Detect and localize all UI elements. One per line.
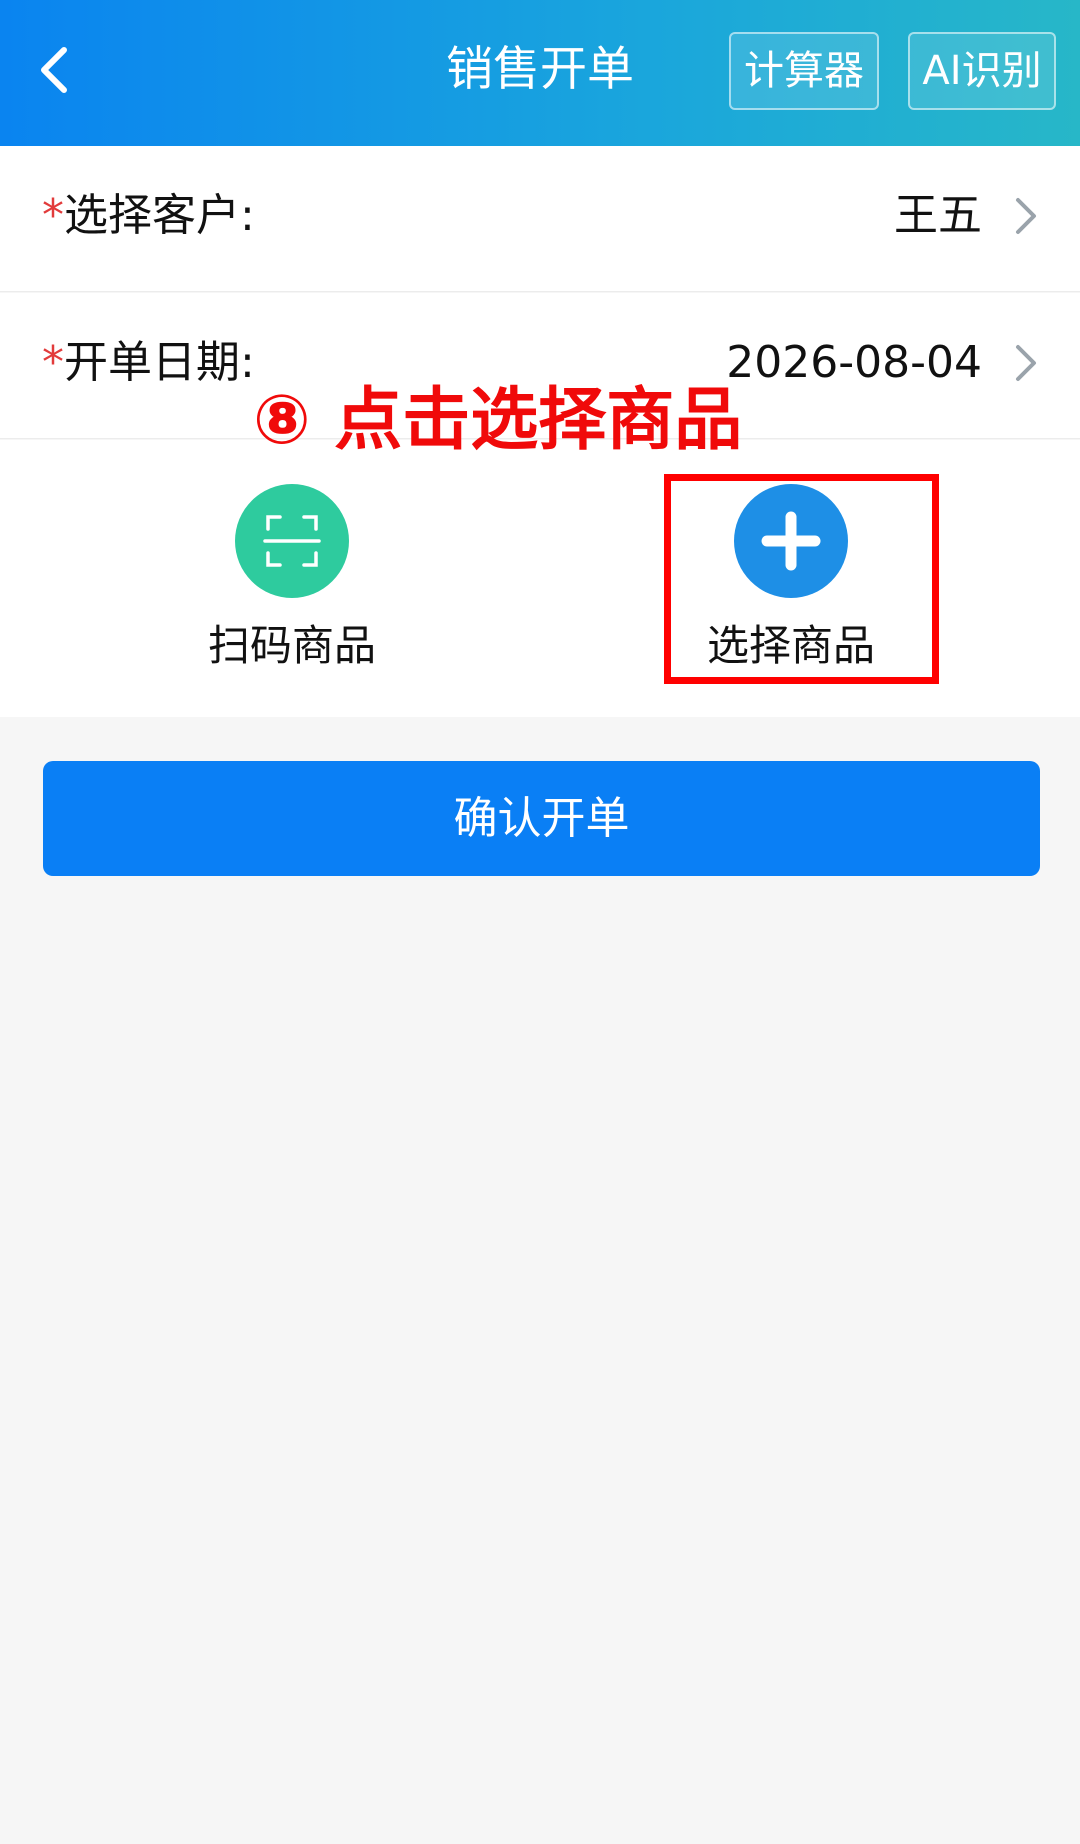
- date-label: *开单日期:: [42, 331, 255, 395]
- chevron-right-icon: [1016, 345, 1036, 381]
- chevron-right-icon: [1016, 198, 1036, 234]
- scan-product-label: 扫码商品: [207, 621, 376, 670]
- required-mark: *: [42, 337, 64, 388]
- calculator-button[interactable]: 计算器: [729, 32, 879, 110]
- customer-select-row[interactable]: *选择客户: 王五: [0, 146, 1080, 292]
- required-mark: *: [42, 190, 64, 241]
- confirm-order-button[interactable]: 确认开单: [43, 761, 1040, 876]
- highlight-box: [664, 474, 939, 684]
- scan-icon: [263, 515, 321, 567]
- app-header: 销售开单 计算器 AI识别: [0, 0, 1080, 146]
- scan-product-button[interactable]: 扫码商品: [172, 484, 412, 684]
- ai-recognition-button[interactable]: AI识别: [908, 32, 1056, 110]
- scan-icon-circle: [235, 484, 349, 598]
- customer-value: 王五: [894, 190, 982, 241]
- date-label-text: 开单日期:: [64, 337, 255, 388]
- customer-label: *选择客户:: [42, 184, 255, 248]
- customer-label-text: 选择客户:: [64, 190, 255, 241]
- tutorial-annotation: ⑧ 点击选择商品: [253, 381, 743, 460]
- date-value: 2026-08-04: [726, 337, 982, 388]
